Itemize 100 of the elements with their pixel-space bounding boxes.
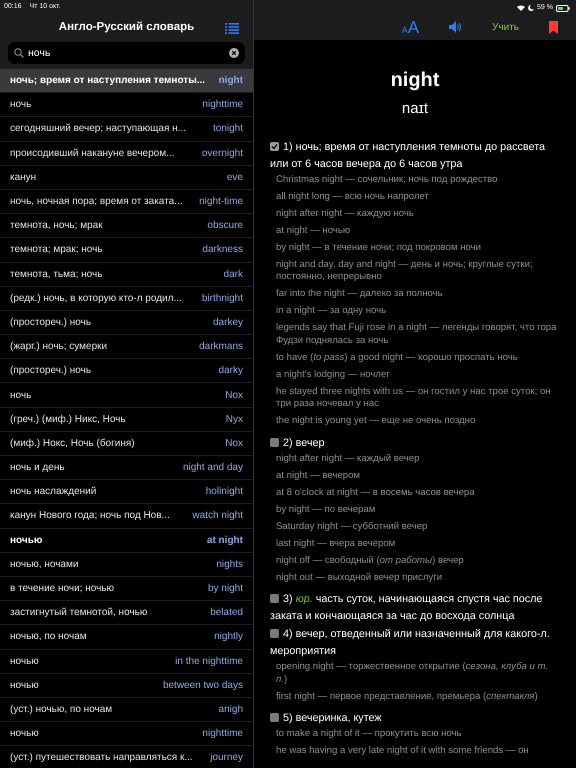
checkbox[interactable] (270, 142, 279, 150)
entry-translation: ночь (10, 388, 32, 403)
entry-translation: (простореч.) ночь (10, 364, 92, 378)
entry-translation: ночью (10, 727, 39, 742)
example-text: to make a night of it — прокутить всю ночь (276, 728, 462, 740)
entry-row[interactable]: ночь наслаждений holinight (0, 480, 253, 504)
sense-definition: 4) вечер, отведенный или назначенный для какого-л. мероприятия (270, 627, 551, 659)
bookmark-icon[interactable] (549, 20, 558, 34)
entry-word: night (218, 74, 243, 88)
entry-word: nighttime (202, 727, 243, 742)
entry-word: obscure (207, 219, 243, 234)
example-text: a night's lodging — ночлег (276, 368, 391, 381)
entry-row[interactable]: ночь; время от наступления темноты... night (0, 69, 253, 94)
entry-word: at night (206, 534, 243, 548)
moon-icon (528, 5, 534, 11)
entry-translation: ночь; время от наступления темноты... (10, 74, 206, 88)
entry-row[interactable]: ночью between two days (0, 674, 253, 698)
entry-word: watch night (192, 509, 243, 524)
entry-word: darkmans (199, 340, 243, 354)
example-text: far into the night — далеко за полночь (276, 288, 444, 300)
entry-row[interactable]: застигнутый темнотой, ночью belated (0, 601, 253, 626)
entry-word: in the nighttime (175, 654, 243, 669)
entry-translation: (уст.) путешествовать направляться к... (10, 751, 193, 766)
entry-row[interactable]: ночью at night (0, 528, 253, 553)
entry-translation: ночью, ночами (10, 558, 78, 572)
example-text: at 8 o'clock at night — в восемь часов вечера (276, 486, 476, 499)
example-text: by night — в течение ночи; под покровом ночи (276, 242, 482, 254)
entry-row[interactable]: ночью, по ночам nightly (0, 625, 253, 650)
example-text: all night long — всю ночь напролет (276, 190, 430, 203)
entry-row[interactable]: ночь Nox (0, 383, 253, 408)
checkbox[interactable] (270, 438, 279, 446)
example-text: first night — первое представление, премьера (спектакля) (276, 690, 539, 703)
entry-row[interactable]: (уст.) путешествовать направляться к... journey (0, 746, 253, 768)
entry-translation: ночь, ночная пора; время от заката... (10, 195, 182, 210)
entry-word: holinight (206, 485, 243, 500)
entry-row[interactable]: (простореч.) ночь darky (0, 359, 253, 384)
example-text: legends say that Fuji rose in a night — легенды говорят, что гора Фудзи поднялась за ночь (276, 322, 558, 347)
example-text: the night is young yet — еще не очень поздно (276, 415, 476, 428)
clear-icon[interactable] (229, 48, 239, 58)
entry-row[interactable]: (жарг.) ночь; сумерки darkmans (0, 335, 253, 360)
entry-translation: сегодняшний вечер; наступающая н... (10, 122, 186, 136)
entry-word: tonight (212, 122, 243, 136)
entry-row[interactable]: канун eve (0, 166, 253, 190)
entry-word: nights (216, 558, 243, 572)
sense-definition: 1) ночь; время от наступления темноты до рассвета или от 6 часов вечера до 6 часов утра (270, 140, 546, 172)
entry-word: darkey (212, 316, 243, 330)
entry-translation: ночь наслаждений (10, 485, 96, 500)
example-text: he was having a very late night of it with some friends — он (276, 745, 530, 758)
entry-word: night-time (199, 195, 243, 210)
entry-row[interactable]: ночь и день night and day (0, 456, 253, 480)
example-text: Christmas night — сочельник; ночь под рождество (276, 174, 498, 186)
entry-translation: (жарг.) ночь; сумерки (10, 340, 108, 354)
entry-row[interactable]: в течение ночи; ночью by night (0, 576, 253, 602)
entry-row[interactable]: темнота, тьма; ночь dark (0, 262, 253, 287)
entry-row[interactable]: (простореч.) ночь darkey (0, 310, 253, 336)
entry-translation: (греч.) (миф.) Никс, Ночь (10, 412, 126, 427)
entry-translation: (простореч.) ночь (10, 316, 92, 330)
entry-word: belated (210, 606, 243, 620)
checkbox[interactable] (270, 629, 279, 638)
entry-word: nighttime (202, 98, 243, 112)
entry-word: Nox (225, 388, 243, 403)
example-text: he stayed three nights with us — он гостил у нас трое суток; он три раза ночевал у нас (276, 386, 552, 410)
example-text: opening night — торжественное открытие (сезона, клуба и т. п.) (276, 661, 550, 686)
entry-row[interactable]: происодивший накануне вечером... overnight (0, 142, 253, 166)
entry-translation: ночью (10, 654, 39, 669)
entry-translation: ночью (10, 534, 42, 548)
example-text: in a night — за одну ночь (276, 305, 388, 318)
entry-row[interactable]: ночью, ночами nights (0, 552, 253, 577)
entry-row[interactable]: (редк.) ночь, в которую кто-л родил... birthnight (0, 286, 253, 311)
entry-word: anigh (218, 702, 243, 717)
checkbox[interactable] (270, 594, 279, 603)
entry-row[interactable]: канун Нового года; ночь под Нов... watch night (0, 504, 253, 529)
example-text: night off — свободный (от работы) вечер (276, 554, 465, 567)
entry-row[interactable]: (греч.) (миф.) Никс, Ночь Nyx (0, 408, 253, 432)
list-icon[interactable] (225, 23, 239, 34)
entry-word: darky (218, 364, 243, 378)
learn-button[interactable]: Учить (492, 20, 519, 34)
entry-row[interactable]: ночь nighttime (0, 93, 253, 118)
entry-word: by night (208, 582, 243, 596)
speaker-icon[interactable] (449, 21, 462, 33)
entry-translation: темнота, ночь; мрак (10, 219, 103, 234)
checkbox[interactable] (270, 713, 279, 722)
search-field[interactable]: ночь (8, 42, 245, 64)
entry-translation: ночь (10, 98, 32, 112)
entry-word: journey (210, 751, 243, 766)
entry-word: overnight (202, 146, 243, 161)
sense-definition: 2) вечер (270, 434, 560, 452)
entry-row[interactable]: темнота, ночь; мрак obscure (0, 214, 253, 238)
headword: night (390, 68, 440, 92)
entry-row[interactable]: темнота; мрак; ночь darkness (0, 238, 253, 262)
entry-row[interactable]: сегодняшний вечер; наступающая н... tonight (0, 117, 253, 142)
entry-row[interactable]: ночью in the nighttime (0, 650, 253, 674)
entry-translation: (редк.) ночь, в которую кто-л родил... (10, 292, 182, 306)
entry-row[interactable]: ночь, ночная пора; время от заката... night-time (0, 190, 253, 214)
entry-row[interactable]: (уст.) ночью, по ночам anigh (0, 698, 253, 722)
entry-translation: канун Нового года; ночь под Нов... (10, 509, 170, 524)
text-size-button[interactable]: AA (402, 18, 420, 36)
entry-translation: ночью, по ночам (10, 630, 87, 644)
entry-row[interactable]: ночью nighttime (0, 722, 253, 746)
entry-row[interactable]: (миф.) Нокс, Ночь (богиня) Nox (0, 432, 253, 456)
